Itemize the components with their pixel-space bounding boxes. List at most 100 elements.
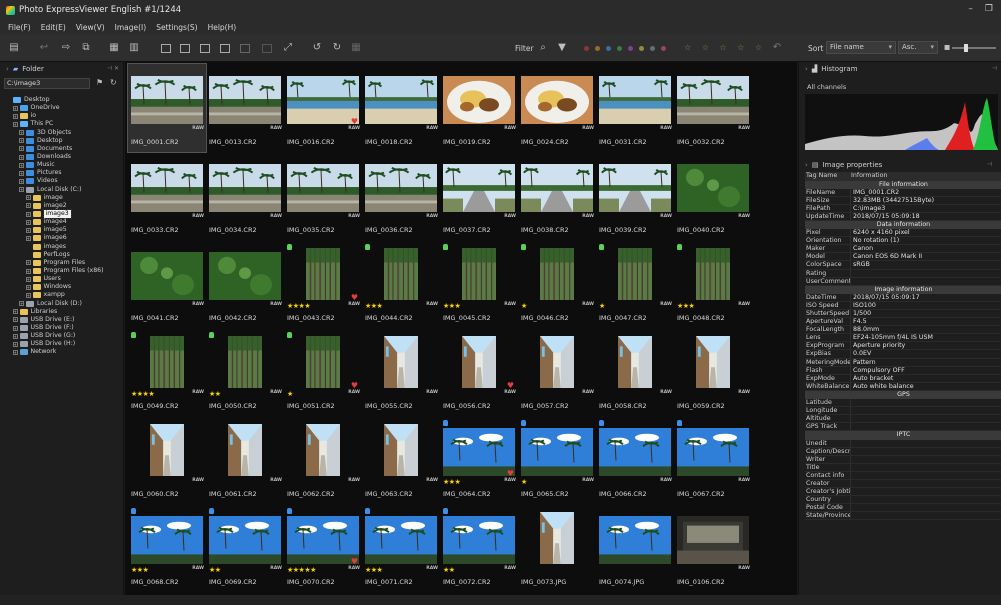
expand-toggle-icon[interactable]: + xyxy=(12,325,18,331)
expand-toggle-icon[interactable]: + xyxy=(25,195,31,201)
tree-node[interactable]: + Users xyxy=(0,275,124,283)
photo-thumbnail[interactable] xyxy=(150,424,184,476)
thumbnail-cell[interactable]: IMG_0074.JPG xyxy=(596,504,674,592)
photo-thumbnail[interactable] xyxy=(521,428,593,476)
thumbnail-cell[interactable]: RAW ♥ IMG_0016.CR2 xyxy=(284,64,362,152)
thumbnail-size-slider[interactable] xyxy=(952,44,996,52)
thumbnail-cell[interactable]: RAW ★★ IMG_0050.CR2 xyxy=(206,328,284,416)
expand-toggle-icon[interactable]: + xyxy=(19,170,24,176)
refresh-icon[interactable]: ↻ xyxy=(110,78,117,87)
tree-node[interactable]: + Program Files (x86) xyxy=(0,267,124,275)
collapse-icon[interactable]: › xyxy=(805,65,808,73)
tree-node[interactable]: + Music xyxy=(0,161,124,169)
pin-icon[interactable]: ⊣ xyxy=(992,65,997,72)
thumbnail-cell[interactable]: RAW ♥ IMG_0056.CR2 xyxy=(440,328,518,416)
view-options-icon[interactable]: ▥ xyxy=(128,42,140,54)
expand-toggle-icon[interactable]: + xyxy=(19,178,24,184)
thumbnail-cell[interactable]: RAW IMG_0040.CR2 xyxy=(674,152,752,240)
photo-thumbnail[interactable] xyxy=(131,76,203,124)
thumbnail-cell[interactable]: RAW IMG_0059.CR2 xyxy=(674,328,752,416)
thumbnail-cell[interactable]: RAW ★★★ IMG_0071.CR2 xyxy=(362,504,440,592)
expand-toggle-icon[interactable]: + xyxy=(12,121,18,127)
thumbnail-cell[interactable]: RAW ★ IMG_0065.CR2 xyxy=(518,416,596,504)
photo-thumbnail[interactable] xyxy=(228,336,262,388)
single-view-icon[interactable] xyxy=(220,44,230,53)
photo-thumbnail[interactable] xyxy=(521,164,593,212)
tree-node[interactable]: + Local Disk (D:) xyxy=(0,300,124,308)
tree-node[interactable]: + This PC xyxy=(0,120,124,128)
tree-node[interactable]: + USB Drive (E:) xyxy=(0,316,124,324)
expand-toggle-icon[interactable]: + xyxy=(12,105,18,111)
expand-toggle-icon[interactable]: + xyxy=(25,227,31,233)
thumbnail-cell[interactable]: RAW ★★★ IMG_0068.CR2 xyxy=(128,504,206,592)
tree-node[interactable]: PerfLogs xyxy=(0,251,124,259)
photo-thumbnail[interactable] xyxy=(599,164,671,212)
collapse-icon[interactable]: › xyxy=(805,161,808,169)
sort-field-select[interactable]: File name ▾ xyxy=(826,41,896,54)
thumbnail-cell[interactable]: RAW IMG_0033.CR2 xyxy=(128,152,206,240)
tree-node[interactable]: + io xyxy=(0,112,124,120)
menu-settings[interactable]: Settings(S) xyxy=(156,23,197,32)
photo-thumbnail[interactable] xyxy=(599,428,671,476)
thumbnail-cell[interactable]: RAW ★ IMG_0046.CR2 xyxy=(518,240,596,328)
color-label-filter[interactable] xyxy=(661,46,666,51)
photo-thumbnail[interactable] xyxy=(131,252,203,300)
color-label-filter[interactable] xyxy=(628,46,633,51)
thumbnail-cell[interactable]: RAW IMG_0041.CR2 xyxy=(128,240,206,328)
photo-thumbnail[interactable] xyxy=(677,516,749,564)
thumbnail-cell[interactable]: RAW IMG_0001.CR2 xyxy=(127,63,207,153)
thumbnail-cell[interactable]: RAW IMG_0042.CR2 xyxy=(206,240,284,328)
undo-icon[interactable]: ↩ xyxy=(38,42,50,54)
thumbnail-cell[interactable]: RAW IMG_0013.CR2 xyxy=(206,64,284,152)
sort-order-select[interactable]: Asc. ▾ xyxy=(898,41,938,54)
photo-thumbnail[interactable] xyxy=(209,516,281,564)
expand-toggle-icon[interactable]: + xyxy=(19,138,24,144)
photo-thumbnail[interactable] xyxy=(228,424,262,476)
star-filter[interactable]: ☆ ☆ ☆ ☆ ☆ xyxy=(684,43,766,52)
expand-toggle-icon[interactable]: + xyxy=(25,276,31,282)
color-label-filter[interactable] xyxy=(639,46,644,51)
thumbnail-cell[interactable]: RAW ★★★ ♥ IMG_0064.CR2 xyxy=(440,416,518,504)
expand-toggle-icon[interactable]: + xyxy=(12,333,18,339)
tree-node[interactable]: + Network xyxy=(0,348,124,356)
thumbnail-cell[interactable]: RAW ★★★ IMG_0048.CR2 xyxy=(674,240,752,328)
photo-thumbnail[interactable] xyxy=(306,336,340,388)
thumbnail-cell[interactable]: RAW ★★ IMG_0072.CR2 xyxy=(440,504,518,592)
thumbnail-cell[interactable]: RAW IMG_0057.CR2 xyxy=(518,328,596,416)
expand-toggle-icon[interactable]: + xyxy=(25,235,31,241)
thumbnail-cell[interactable]: RAW ★ ♥ IMG_0051.CR2 xyxy=(284,328,362,416)
photo-thumbnail[interactable] xyxy=(540,512,574,564)
expand-toggle-icon[interactable]: + xyxy=(19,130,24,136)
compare-view-icon[interactable] xyxy=(240,44,250,53)
photo-thumbnail[interactable] xyxy=(365,164,437,212)
menu-file[interactable]: File(F) xyxy=(8,23,31,32)
photo-thumbnail[interactable] xyxy=(677,76,749,124)
tree-node[interactable]: + image3 xyxy=(0,208,124,220)
photo-thumbnail[interactable] xyxy=(521,76,593,124)
expand-toggle-icon[interactable]: + xyxy=(25,211,31,217)
photo-thumbnail[interactable] xyxy=(443,164,515,212)
thumbnail-cell[interactable]: RAW IMG_0066.CR2 xyxy=(596,416,674,504)
collapse-icon[interactable]: › xyxy=(6,65,9,73)
thumbnail-cell[interactable]: RAW ★★★★ ♥ IMG_0043.CR2 xyxy=(284,240,362,328)
tree-node[interactable]: Desktop xyxy=(0,96,124,104)
photo-thumbnail[interactable] xyxy=(540,248,574,300)
thumbnail-cell[interactable]: RAW IMG_0062.CR2 xyxy=(284,416,362,504)
photo-thumbnail[interactable] xyxy=(384,336,418,388)
photo-thumbnail[interactable] xyxy=(365,76,437,124)
expand-toggle-icon[interactable]: + xyxy=(12,317,18,323)
thumbnail-cell[interactable]: RAW ★★★★ IMG_0049.CR2 xyxy=(128,328,206,416)
tree-node[interactable]: + OneDrive xyxy=(0,104,124,112)
thumbnail-cell[interactable]: RAW IMG_0038.CR2 xyxy=(518,152,596,240)
thumbnail-cell[interactable]: RAW IMG_0018.CR2 xyxy=(362,64,440,152)
expand-toggle-icon[interactable]: + xyxy=(12,309,18,315)
tree-node[interactable]: + Downloads xyxy=(0,153,124,161)
search-icon[interactable]: ⌕ xyxy=(537,42,549,54)
tree-node[interactable]: + image5 xyxy=(0,226,124,234)
photo-thumbnail[interactable] xyxy=(599,76,671,124)
thumbnail-cell[interactable]: IMG_0073.JPG xyxy=(518,504,596,592)
expand-toggle-icon[interactable]: + xyxy=(25,260,31,266)
photo-thumbnail[interactable] xyxy=(696,248,730,300)
thumbnail-cell[interactable]: RAW IMG_0024.CR2 xyxy=(518,64,596,152)
expand-toggle-icon[interactable]: + xyxy=(19,301,24,307)
